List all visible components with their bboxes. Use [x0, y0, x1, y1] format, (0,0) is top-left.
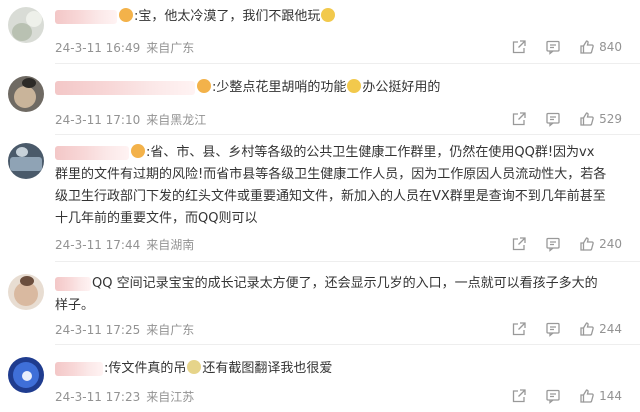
comment-text: :少整点花里胡哨的功能 办公挺好用的 — [196, 77, 622, 98]
comment-text-line: 样子。 — [55, 298, 95, 313]
comment-icon[interactable] — [545, 236, 561, 252]
share-icon[interactable] — [511, 39, 527, 55]
emoji-icon — [119, 8, 133, 22]
like-icon[interactable] — [579, 236, 595, 252]
timestamp: 24-3-11 16:49 — [55, 41, 141, 55]
emoji-icon — [347, 79, 362, 93]
like-count: 144 — [599, 389, 622, 403]
comment-text: :省、市、县、乡村等各级的公共卫生健康工作群里，仍然在使用QQ群!因为vx — [130, 142, 622, 163]
comment-meta: 24-3-11 17:25 来自广东 — [55, 321, 200, 338]
username-redacted[interactable] — [55, 81, 195, 95]
comment-actions: 840 — [493, 39, 622, 55]
comment-meta: 24-3-11 17:44 来自湖南 — [55, 236, 200, 253]
like-icon[interactable] — [579, 111, 595, 127]
comment-actions: 529 — [493, 111, 622, 127]
username-redacted[interactable] — [55, 277, 91, 291]
share-icon[interactable] — [511, 321, 527, 337]
like-icon[interactable] — [579, 39, 595, 55]
location: 来自广东 — [146, 41, 195, 55]
location: 来自湖南 — [146, 238, 195, 252]
avatar[interactable] — [8, 274, 44, 310]
comment-icon[interactable] — [545, 111, 561, 127]
avatar[interactable] — [8, 76, 44, 112]
username-redacted[interactable] — [55, 362, 103, 376]
share-icon[interactable] — [511, 388, 527, 404]
timestamp: 24-3-11 17:10 — [55, 113, 141, 127]
emoji-icon — [187, 360, 202, 374]
username-redacted[interactable] — [55, 10, 117, 24]
like-count: 244 — [599, 322, 622, 336]
timestamp: 24-3-11 17:44 — [55, 238, 141, 252]
comment-1: :宝，他太冷漠了，我们不跟他玩 24-3-11 16:49 来自广东 840 — [0, 0, 640, 64]
share-icon[interactable] — [511, 111, 527, 127]
avatar[interactable] — [8, 357, 44, 393]
comment-actions: 144 — [493, 388, 622, 404]
comment-icon[interactable] — [545, 321, 561, 337]
comment-icon[interactable] — [545, 388, 561, 404]
comment-actions: 244 — [493, 321, 622, 337]
location: 来自广东 — [146, 323, 195, 337]
comment-meta: 24-3-11 17:10 来自黑龙江 — [55, 111, 212, 128]
like-count: 840 — [599, 40, 622, 54]
comment-meta: 24-3-11 16:49 来自广东 — [55, 39, 200, 56]
location: 来自黑龙江 — [146, 113, 207, 127]
comment-meta: 24-3-11 17:23 来自江苏 — [55, 388, 200, 405]
comment-5: :传文件真的吊 还有截图翻译我也很爱 24-3-11 17:23 来自江苏 144 — [0, 345, 640, 412]
comment-text: QQ 空间记录宝宝的成长记录太方便了，还会显示几岁的入口，一点就可以看孩子多大的 — [92, 276, 598, 291]
comment-2: :少整点花里胡哨的功能 办公挺好用的 24-3-11 17:10 来自黑龙江 529 — [0, 64, 640, 135]
timestamp: 24-3-11 17:23 — [55, 390, 141, 404]
emoji-icon — [197, 79, 211, 93]
comment-text-line: 十几年前的重要文件，而QQ则可以 — [55, 211, 258, 226]
comment-text: :传文件真的吊 还有截图翻译我也很爱 — [104, 360, 333, 376]
username-redacted[interactable] — [55, 146, 129, 160]
comment-actions: 240 — [493, 236, 622, 252]
like-count: 529 — [599, 112, 622, 126]
avatar[interactable] — [8, 143, 44, 179]
timestamp: 24-3-11 17:25 — [55, 323, 141, 337]
like-count: 240 — [599, 237, 622, 251]
like-icon[interactable] — [579, 321, 595, 337]
comment-text-line: 级卫生行政部门下发的红头文件或重要通知文件，新加入的人员在VX群里是查询不到几年… — [55, 189, 606, 204]
comment-4: QQ 空间记录宝宝的成长记录太方便了，还会显示几岁的入口，一点就可以看孩子多大的… — [0, 262, 640, 345]
comment-3: :省、市、县、乡村等各级的公共卫生健康工作群里，仍然在使用QQ群!因为vx 群里… — [0, 135, 640, 262]
emoji-icon — [131, 144, 145, 158]
avatar[interactable] — [8, 7, 44, 43]
location: 来自江苏 — [146, 390, 195, 404]
share-icon[interactable] — [511, 236, 527, 252]
comment-text: :宝，他太冷漠了，我们不跟他玩 — [118, 6, 622, 27]
like-icon[interactable] — [579, 388, 595, 404]
comment-icon[interactable] — [545, 39, 561, 55]
comment-text-line: 群里的文件有过期的风险!而省市县等各级卫生健康工作人员，因为工作原因人员流动性大… — [55, 167, 607, 182]
emoji-icon — [321, 8, 336, 22]
